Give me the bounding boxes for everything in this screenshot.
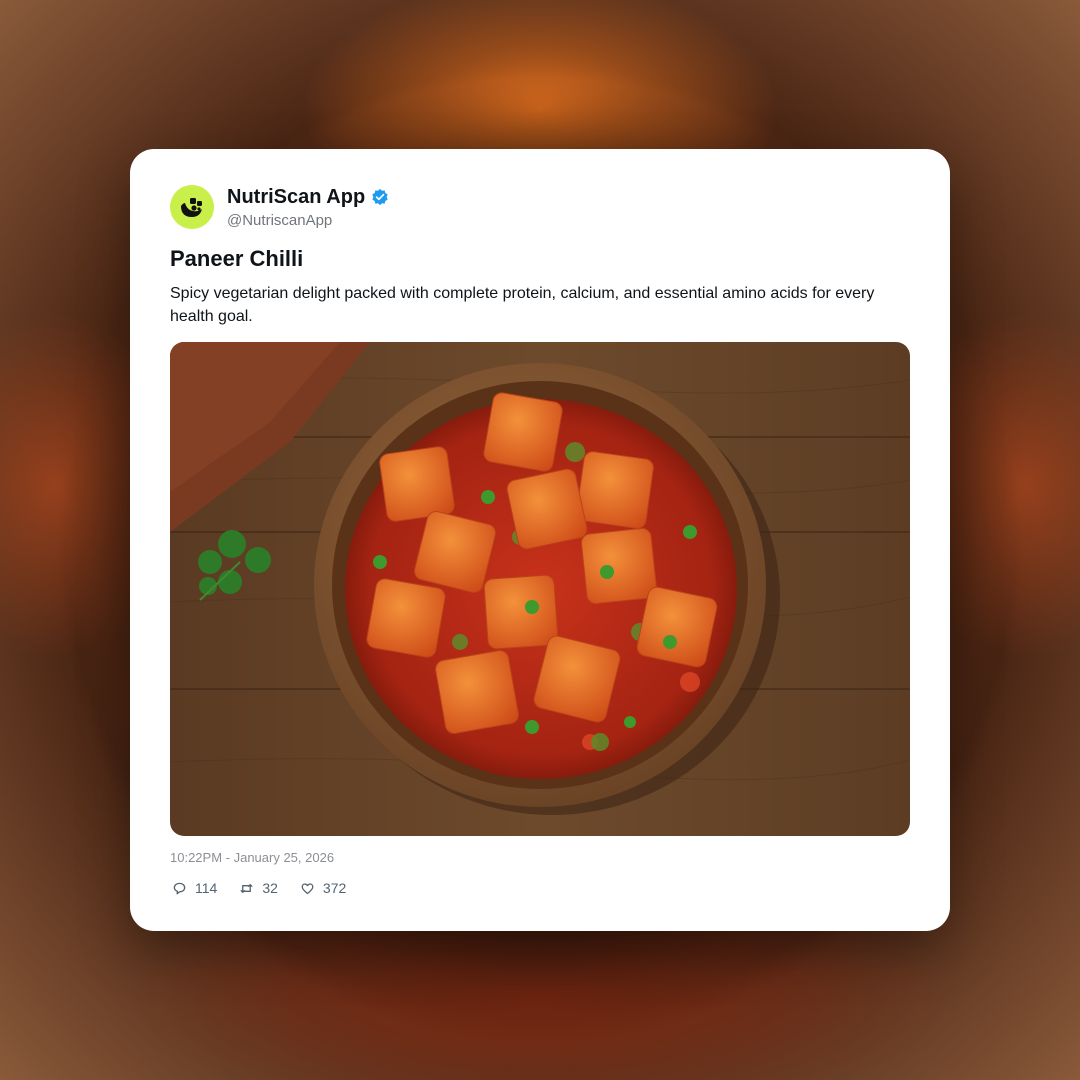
verified-badge-icon (372, 188, 388, 206)
avatar[interactable] (170, 185, 214, 229)
post-card: NutriScan App @NutriscanApp Paneer Chill… (130, 149, 950, 931)
post-title: Paneer Chilli (170, 246, 304, 271)
repost-icon (240, 883, 253, 893)
repost-button[interactable]: 32 (239, 880, 278, 896)
account-name[interactable]: NutriScan App (227, 186, 365, 209)
reply-button[interactable]: 114 (172, 880, 217, 896)
like-button[interactable]: 372 (300, 880, 346, 896)
paneer-chilli-photo[interactable] (170, 342, 910, 836)
comment-icon (173, 882, 186, 894)
post-header: NutriScan App @NutriscanApp (170, 185, 389, 229)
heart-icon (301, 882, 314, 894)
post-actions: 114 32 372 (172, 880, 368, 896)
post-description: Spicy vegetarian delight packed with com… (170, 285, 875, 325)
post-timestamp: 10:22PM - January 25, 2026 (170, 850, 335, 865)
nutriscan-logo-icon (181, 198, 202, 217)
reply-count: 114 (195, 880, 218, 896)
account-handle[interactable]: @NutriscanApp (227, 212, 389, 229)
like-count: 372 (322, 880, 347, 896)
repost-count: 32 (262, 880, 278, 896)
